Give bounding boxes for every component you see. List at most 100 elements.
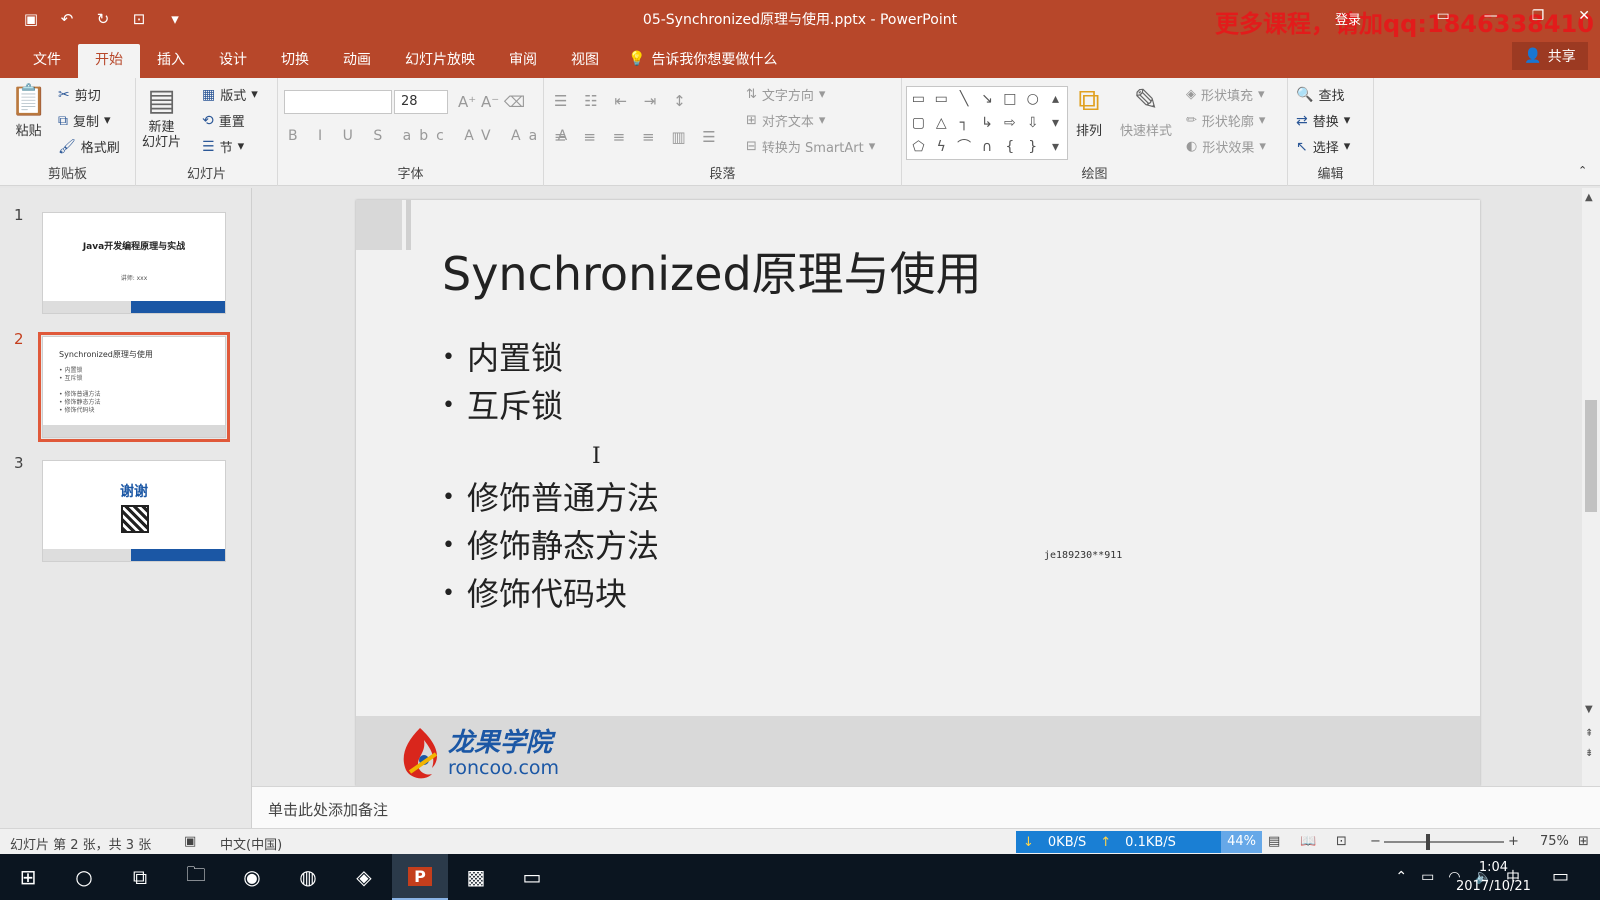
show-hidden-icons-icon[interactable]: ⌃	[1395, 869, 1407, 885]
slide-thumbnail-3[interactable]: 谢谢	[42, 460, 226, 562]
tab-transitions[interactable]: 切换	[264, 44, 326, 79]
zoom-slider[interactable]	[1384, 841, 1504, 843]
shape-outline-button[interactable]: ✏ 形状轮廓 ▾	[1186, 111, 1265, 130]
collapse-ribbon-icon[interactable]: ⌃	[1578, 164, 1587, 177]
format-painter-button[interactable]: 🖌 格式刷	[58, 137, 120, 157]
replace-button[interactable]: ⇄ 替换 ▾	[1296, 111, 1350, 131]
tab-review[interactable]: 审阅	[492, 44, 554, 79]
scroll-down-icon[interactable]: ▼	[1585, 704, 1593, 715]
scroll-up-icon[interactable]: ▲	[1585, 192, 1593, 203]
cortana-search-icon[interactable]: ○	[56, 854, 112, 900]
scrollbar-thumb[interactable]	[1585, 400, 1597, 512]
tab-slideshow[interactable]: 幻灯片放映	[388, 44, 492, 79]
game-app-icon[interactable]: ▩	[448, 854, 504, 900]
tell-me-search[interactable]: 💡 告诉我你想要做什么	[628, 49, 777, 69]
slide-bullet-list[interactable]: • 内置锁 • 互斥锁 • 修饰普通方法 • 修饰静态方法 • 修饰代码块	[442, 334, 659, 618]
find-button[interactable]: 🔍 查找	[1296, 85, 1344, 105]
font-size-combo[interactable]: 28	[394, 90, 448, 114]
task-view-icon[interactable]: ⧉	[112, 854, 168, 900]
paste-button[interactable]: 📋 粘贴	[10, 83, 48, 140]
slide-title[interactable]: Synchronized原理与使用	[442, 238, 982, 304]
share-button[interactable]: 👤 共享	[1512, 42, 1588, 70]
notes-pane[interactable]: 单击此处添加备注	[252, 786, 1600, 828]
next-slide-icon[interactable]: ⇟	[1585, 748, 1593, 759]
list-buttons[interactable]: ☰ ☷ ⇤ ⇥ ↕	[554, 92, 692, 110]
cpu-usage: 44%	[1221, 831, 1262, 853]
thumbnail-title: Java开发编程原理与实战	[82, 242, 186, 252]
previous-slide-icon[interactable]: ⇞	[1585, 728, 1593, 739]
align-buttons[interactable]: ≡ ≡ ≡ ≡ ▥ ☰	[554, 128, 722, 146]
media-app-icon[interactable]: ◈	[336, 854, 392, 900]
font-name-combo[interactable]	[284, 90, 392, 114]
app-icon[interactable]: ◉	[224, 854, 280, 900]
spellcheck-icon[interactable]: ▣	[184, 834, 196, 849]
shape-fill-button[interactable]: ◈ 形状填充 ▾	[1186, 85, 1265, 104]
text-direction-button[interactable]: ⇅ 文字方向 ▾	[746, 85, 825, 104]
reading-view-icon[interactable]: 📖	[1300, 834, 1316, 849]
increase-font-icon[interactable]: A⁺ A⁻ ⌫	[458, 93, 525, 111]
qr-code-image	[121, 505, 149, 533]
minimize-icon[interactable]: —	[1484, 8, 1498, 24]
text-direction-icon: ⇅	[746, 87, 757, 102]
editing-group: 🔍 查找 ⇄ 替换 ▾ ↖ 选择 ▾ 编辑	[1288, 78, 1374, 186]
vertical-scrollbar[interactable]: ▲ ▼ ⇞ ⇟	[1582, 188, 1600, 786]
language-status[interactable]: 中文(中国)	[220, 834, 282, 853]
select-button[interactable]: ↖ 选择 ▾	[1296, 137, 1350, 157]
zoom-in-icon[interactable]: +	[1508, 834, 1519, 849]
slide-thumbnail-2[interactable]: Synchronized原理与使用 • 内置锁 • 互斥锁 • 修饰普通方法 •…	[38, 332, 230, 442]
tab-insert[interactable]: 插入	[140, 44, 202, 79]
file-explorer-icon[interactable]: 🗀	[168, 854, 224, 900]
zoom-out-icon[interactable]: −	[1370, 834, 1381, 849]
zoom-slider-knob[interactable]	[1426, 834, 1430, 850]
slide-decoration-bar	[406, 200, 411, 250]
thumbnail-number: 1	[14, 206, 24, 224]
login-link[interactable]: 登录	[1335, 9, 1361, 28]
ribbon-display-options-icon[interactable]: ▭	[1436, 8, 1449, 24]
slideshow-view-icon[interactable]: ⊡	[1336, 834, 1347, 849]
tab-home[interactable]: 开始	[78, 44, 140, 79]
slides-group-label: 幻灯片	[186, 167, 226, 182]
convert-smartart-button[interactable]: ⊟ 转换为 SmartArt ▾	[746, 137, 875, 156]
layout-button[interactable]: ▦ 版式 ▾	[202, 85, 258, 105]
slide-editing-area: Synchronized原理与使用 • 内置锁 • 互斥锁 • 修饰普通方法 • 修饰静…	[252, 188, 1582, 786]
tab-animations[interactable]: 动画	[326, 44, 388, 79]
tab-design[interactable]: 设计	[202, 44, 264, 79]
zoom-level[interactable]: 75%	[1540, 834, 1569, 849]
fit-to-window-icon[interactable]: ⊞	[1578, 834, 1589, 849]
arrange-button[interactable]: ⧉ 排列	[1076, 84, 1102, 140]
tab-view[interactable]: 视图	[554, 44, 616, 79]
powerpoint-taskbar-icon[interactable]: P	[392, 854, 448, 900]
slide-thumbnail-1[interactable]: Java开发编程原理与实战 讲师: xxx	[42, 212, 226, 314]
quick-styles-button[interactable]: ✎ 快速样式	[1120, 84, 1172, 140]
roncoo-logo: 龙果学院 roncoo.com	[396, 726, 559, 782]
new-slide-icon: ▤	[147, 83, 176, 118]
current-slide[interactable]: Synchronized原理与使用 • 内置锁 • 互斥锁 • 修饰普通方法 • 修饰静…	[356, 200, 1480, 786]
status-bar: 幻灯片 第 2 张，共 3 张 ▣ 中文(中国) ↓ 0KB/S ↑ 0.1KB…	[0, 828, 1600, 854]
terminal-icon[interactable]: ▭	[504, 854, 560, 900]
section-button[interactable]: ☰ 节 ▾	[202, 137, 244, 157]
notification-center-icon[interactable]: ▭	[1552, 866, 1569, 887]
align-text-button[interactable]: ⊞ 对齐文本 ▾	[746, 111, 825, 130]
reset-button[interactable]: ⟲ 重置	[202, 111, 245, 131]
shape-effects-button[interactable]: ◐ 形状效果 ▾	[1186, 137, 1266, 156]
windows-start-icon[interactable]: ⊞	[0, 854, 56, 900]
tab-file[interactable]: 文件	[16, 44, 78, 79]
clipboard-icon: 📋	[10, 83, 48, 118]
editing-group-label: 编辑	[1317, 167, 1344, 182]
notes-placeholder: 单击此处添加备注	[268, 801, 389, 819]
cut-button[interactable]: ✂ 剪切	[58, 85, 101, 105]
close-icon[interactable]: ✕	[1578, 8, 1590, 24]
clipboard-group: 📋 粘贴 ✂ 剪切 ⧉ 复制 ▾ 🖌 格式刷 剪贴板	[0, 78, 136, 186]
slides-group: ▤ 新建 幻灯片 ▦ 版式 ▾ ⟲ 重置 ☰ 节 ▾ 幻灯片	[136, 78, 278, 186]
restore-icon[interactable]: ❐	[1532, 8, 1545, 24]
new-slide-button[interactable]: ▤ 新建 幻灯片	[142, 83, 181, 151]
font-style-buttons[interactable]: B I U S abc AV Aa A	[288, 128, 575, 144]
normal-view-icon[interactable]: ▤	[1268, 834, 1280, 849]
slide-count-status: 幻灯片 第 2 张，共 3 张	[10, 838, 152, 853]
firefox-icon[interactable]: ◍	[280, 854, 336, 900]
bullet-empty-line	[442, 430, 659, 474]
clock[interactable]: 1:04 2017/10/21	[1456, 858, 1531, 896]
copy-button[interactable]: ⧉ 复制 ▾	[58, 111, 111, 131]
battery-icon[interactable]: ▭	[1421, 869, 1434, 885]
shapes-gallery[interactable]: ▭ ▭ ╲ ↘ □ ○ ▴ ▢ △ ┐ ↳ ⇨ ⇩ ▾ ⬠ ϟ ⌒ ∩{} ▾	[906, 86, 1068, 160]
